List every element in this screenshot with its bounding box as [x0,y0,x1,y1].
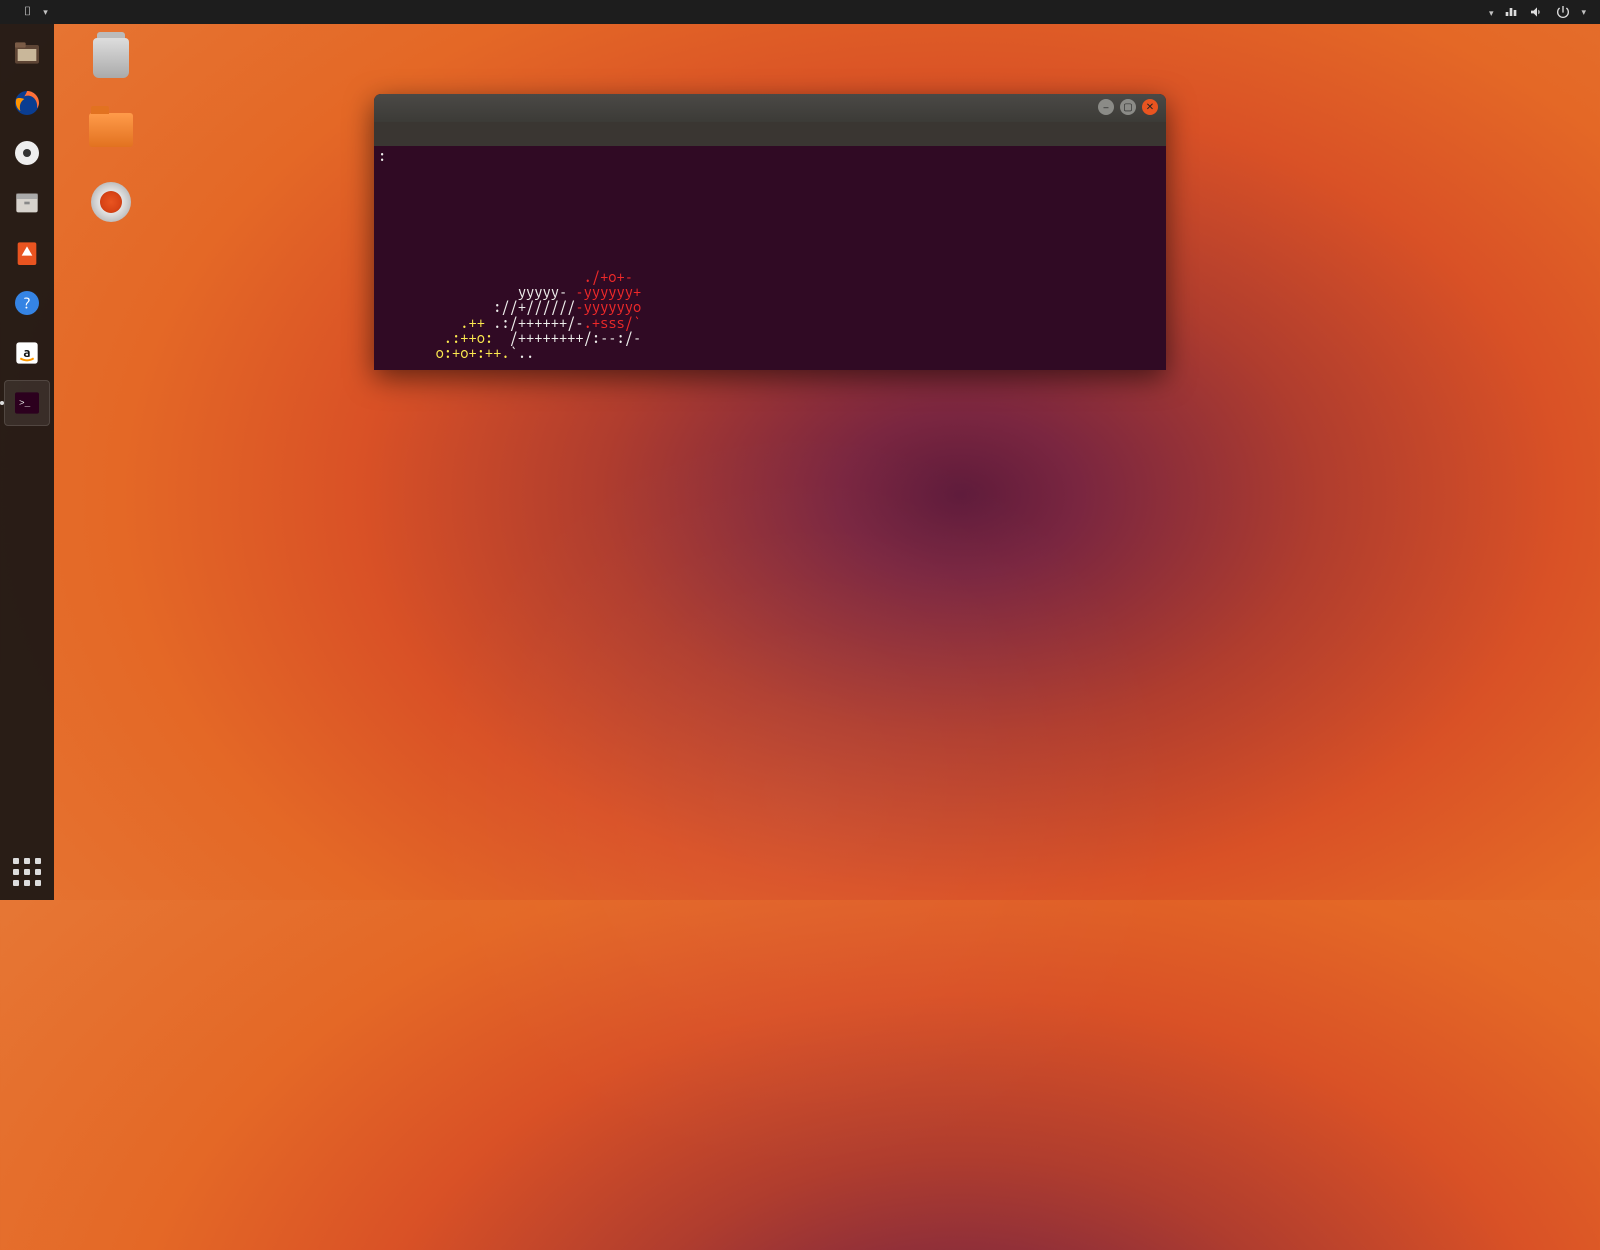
chevron-down-icon: ▾ [43,7,48,18]
show-apps-button[interactable] [13,858,41,886]
wallpaper-accent [350,350,1250,1250]
keyboard-indicator[interactable]: ▾ [1489,5,1494,19]
launcher-rhythmbox[interactable] [4,130,50,176]
svg-text:>_: >_ [19,398,31,409]
launcher-firefox[interactable] [4,80,50,126]
chevron-down-icon: ▾ [1489,8,1494,18]
desktop-icon-trash[interactable] [74,34,148,86]
dock: ? a >_ [0,24,54,900]
maximize-button[interactable]: ▢ [1120,99,1136,115]
minimize-button[interactable]: – [1098,99,1114,115]
volume-icon[interactable] [1529,4,1545,20]
disc-icon [91,182,131,222]
top-panel: ⌷ ▾ ▾ ▾ [0,0,1600,24]
desktop-icon-installer[interactable] [74,178,148,230]
network-icon[interactable] [1503,4,1519,20]
launcher-amazon[interactable]: a [4,330,50,376]
terminal-body[interactable]: : ./+o+- yyyyy- -yyyyyy+ ://+//////-yyyy… [374,146,1166,370]
desktop-icons [74,34,148,230]
menubar [374,122,1166,146]
app-menu[interactable]: ⌷ ▾ [24,5,48,19]
desktop-icon-examples[interactable] [74,106,148,158]
terminal-mini-icon: ⌷ [24,5,31,19]
chevron-down-icon: ▾ [1581,7,1586,18]
folder-icon [89,113,133,147]
trash-icon [93,38,129,78]
launcher-nautilus[interactable] [4,30,50,76]
launcher-archive[interactable] [4,180,50,226]
svg-text:?: ? [24,294,30,312]
running-indicator-icon [0,401,4,405]
close-button[interactable]: ✕ [1142,99,1158,115]
terminal-window: – ▢ ✕ : ./+o+- yyyyy- -yyyyyy+ ://+/////… [374,94,1166,370]
power-icon[interactable] [1555,4,1571,20]
launcher-help[interactable]: ? [4,280,50,326]
titlebar[interactable]: – ▢ ✕ [374,94,1166,122]
svg-text:a: a [23,345,30,360]
launcher-software[interactable] [4,230,50,276]
launcher-terminal[interactable]: >_ [4,380,50,426]
